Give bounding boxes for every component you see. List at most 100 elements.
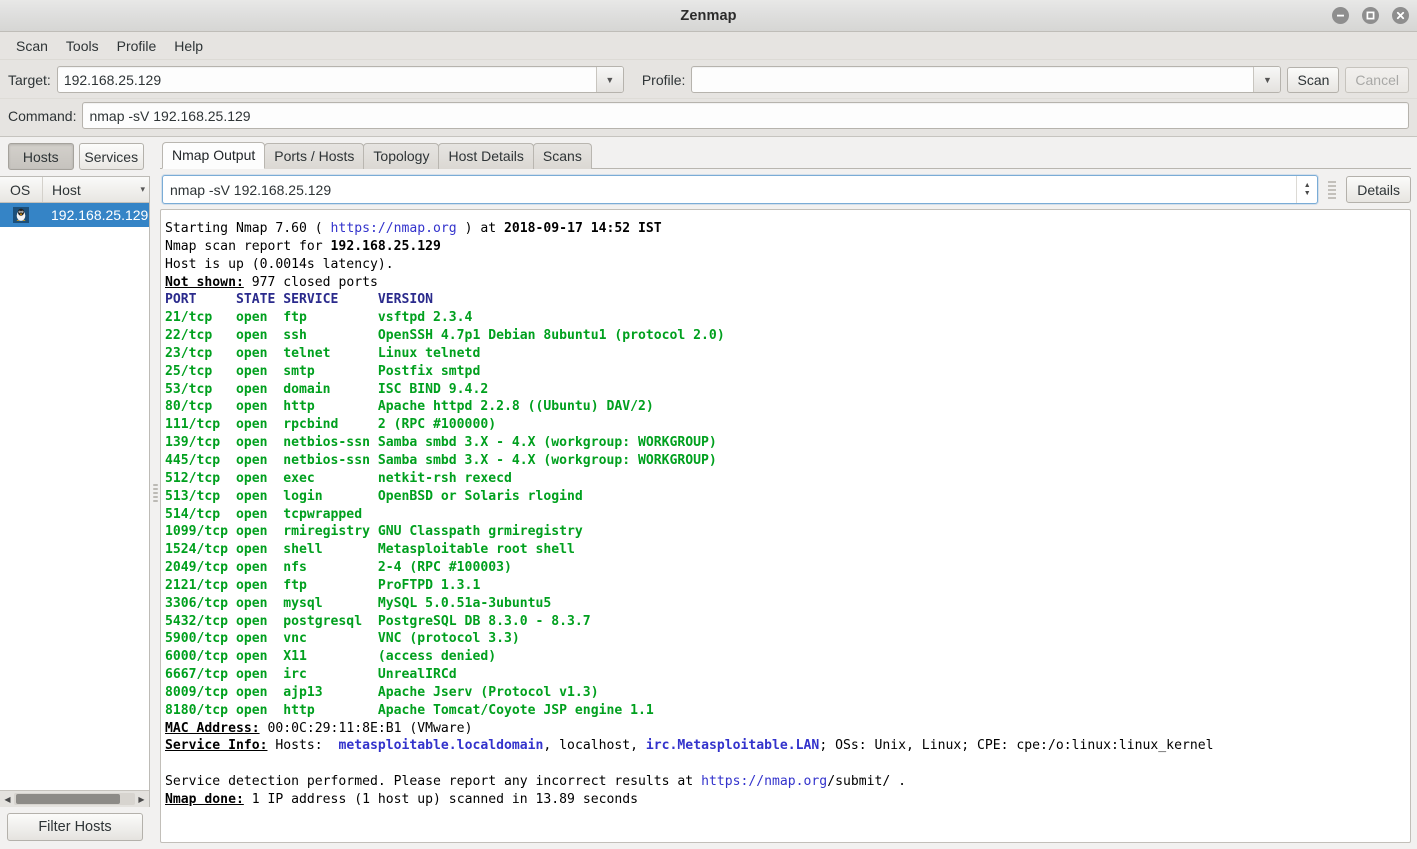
output-span: irc.Metasploitable.LAN xyxy=(645,738,820,754)
output-span: 513/tcp open login OpenBSD or Solaris rl… xyxy=(165,488,583,504)
spinner-down-arrow-icon[interactable]: ▼ xyxy=(1304,190,1311,197)
close-button[interactable] xyxy=(1392,7,1409,24)
target-dropdown-arrow-icon[interactable]: ▼ xyxy=(595,67,623,92)
toolbar-grip-icon[interactable] xyxy=(1323,180,1341,199)
output-line: MAC Address: 00:0C:29:11:8E:B1 (VMware) xyxy=(165,720,1410,738)
maximize-button[interactable] xyxy=(1362,7,1379,24)
profile-input[interactable] xyxy=(692,67,1254,92)
output-line: 513/tcp open login OpenBSD or Solaris rl… xyxy=(165,488,1410,506)
output-line: PORT STATE SERVICE VERSION xyxy=(165,291,1410,309)
profile-combo[interactable]: ▼ xyxy=(691,66,1282,93)
nmap-output-text: Starting Nmap 7.60 ( https://nmap.org ) … xyxy=(165,220,1410,809)
window-controls xyxy=(1332,0,1409,31)
window-title: Zenmap xyxy=(680,7,737,24)
output-line: 514/tcp open tcpwrapped xyxy=(165,506,1410,524)
output-span: 53/tcp open domain ISC BIND 9.4.2 xyxy=(165,381,489,397)
scan-command-input[interactable] xyxy=(163,181,1297,198)
output-line: 25/tcp open smtp Postfix smtpd xyxy=(165,363,1410,381)
output-span: 8180/tcp open http Apache Tomcat/Coyote … xyxy=(165,702,654,718)
output-line: 3306/tcp open mysql MySQL 5.0.51a-3ubunt… xyxy=(165,595,1410,613)
nmap-output-view[interactable]: Starting Nmap 7.60 ( https://nmap.org ) … xyxy=(160,209,1411,843)
output-span: 192.168.25.129 xyxy=(330,238,441,254)
pane-splitter[interactable] xyxy=(150,137,160,849)
tab-hosts[interactable]: Hosts xyxy=(8,143,74,170)
details-button[interactable]: Details xyxy=(1346,176,1411,203)
output-span: 6000/tcp open X11 (access denied) xyxy=(165,649,497,665)
output-span: 445/tcp open netbios-ssn Samba smbd 3.X … xyxy=(165,452,717,468)
menu-item-tools[interactable]: Tools xyxy=(57,35,108,57)
output-line: 5900/tcp open vnc VNC (protocol 3.3) xyxy=(165,630,1410,648)
output-span: Hosts: xyxy=(267,738,339,754)
tab-topology[interactable]: Topology xyxy=(363,143,440,169)
output-line: Starting Nmap 7.60 ( https://nmap.org ) … xyxy=(165,220,1410,238)
target-input[interactable] xyxy=(57,67,596,92)
zenmap-window: Zenmap Scan Tools Profile Help Target: ▼… xyxy=(0,0,1417,849)
cancel-button: Cancel xyxy=(1345,66,1409,93)
host-list-item-label: 192.168.25.129 xyxy=(51,207,149,223)
host-list-header: OS Host ▾ xyxy=(0,177,149,203)
tab-scans[interactable]: Scans xyxy=(532,143,592,169)
host-list-item[interactable]: 192.168.25.129 xyxy=(0,203,149,227)
output-line: Service detection performed. Please repo… xyxy=(165,773,1410,791)
sort-indicator-icon: ▾ xyxy=(140,184,145,194)
output-line: 80/tcp open http Apache httpd 2.2.8 ((Ub… xyxy=(165,398,1410,416)
scan-button[interactable]: Scan xyxy=(1287,66,1340,93)
column-header-os[interactable]: OS xyxy=(0,182,42,198)
column-header-host[interactable]: Host xyxy=(42,177,149,202)
output-line: 53/tcp open domain ISC BIND 9.4.2 xyxy=(165,381,1410,399)
scroll-right-arrow-icon[interactable]: ▶ xyxy=(135,795,148,804)
scan-command-selector[interactable]: ▲ ▼ xyxy=(162,175,1319,204)
linux-host-icon xyxy=(0,207,42,223)
output-span: 2121/tcp open ftp ProFTPD 1.3.1 xyxy=(165,577,481,593)
output-line: 21/tcp open ftp vsftpd 2.3.4 xyxy=(165,309,1410,327)
output-span: Not shown: xyxy=(165,274,244,290)
target-combo[interactable]: ▼ xyxy=(56,66,624,93)
menu-item-scan[interactable]: Scan xyxy=(7,35,57,57)
output-line: Host is up (0.0014s latency). xyxy=(165,256,1410,274)
output-line: 8009/tcp open ajp13 Apache Jserv (Protoc… xyxy=(165,684,1410,702)
output-span: ; OSs: Unix, Linux; CPE: cpe:/o:linux:li… xyxy=(819,738,1214,754)
main-body: Hosts Services OS Host ▾ 192.168.25.129 … xyxy=(0,137,1417,849)
output-span: 3306/tcp open mysql MySQL 5.0.51a-3ubunt… xyxy=(165,595,552,611)
output-line: 5432/tcp open postgresql PostgreSQL DB 8… xyxy=(165,613,1410,631)
command-label: Command: xyxy=(8,107,77,124)
command-entry[interactable] xyxy=(82,102,1409,129)
output-line: 111/tcp open rpcbind 2 (RPC #100000) xyxy=(165,416,1410,434)
profile-dropdown-arrow-icon[interactable]: ▼ xyxy=(1253,67,1281,92)
target-toolbar: Target: ▼ Profile: ▼ Scan Cancel xyxy=(0,60,1417,99)
scrollbar-thumb[interactable] xyxy=(16,794,121,804)
output-line: 2049/tcp open nfs 2-4 (RPC #100003) xyxy=(165,559,1410,577)
command-input[interactable] xyxy=(83,107,1408,124)
splitter-grip-icon xyxy=(152,484,158,502)
menu-item-profile[interactable]: Profile xyxy=(108,35,166,57)
output-line: 6667/tcp open irc UnrealIRCd xyxy=(165,666,1410,684)
scan-selector-spinner[interactable]: ▲ ▼ xyxy=(1296,176,1317,203)
output-line: Nmap scan report for 192.168.25.129 xyxy=(165,238,1410,256)
output-line: 1524/tcp open shell Metasploitable root … xyxy=(165,541,1410,559)
host-list-horizontal-scrollbar[interactable]: ◀ ▶ xyxy=(0,790,149,807)
tab-nmap-output[interactable]: Nmap Output xyxy=(162,142,266,169)
tab-services[interactable]: Services xyxy=(78,143,144,170)
output-span: 1 IP address (1 host up) scanned in 13.8… xyxy=(243,792,638,807)
spinner-up-arrow-icon[interactable]: ▲ xyxy=(1304,182,1311,189)
title-bar: Zenmap xyxy=(0,0,1417,32)
minimize-button[interactable] xyxy=(1332,7,1349,24)
output-line: 1099/tcp open rmiregistry GNU Classpath … xyxy=(165,523,1410,541)
scrollbar-track[interactable] xyxy=(14,793,135,805)
scan-selector-row: ▲ ▼ Details xyxy=(160,169,1411,209)
results-tab-strip: Nmap Output Ports / Hosts Topology Host … xyxy=(160,141,1411,169)
filter-hosts-button[interactable]: Filter Hosts xyxy=(7,813,143,841)
profile-label: Profile: xyxy=(641,71,686,88)
scroll-left-arrow-icon[interactable]: ◀ xyxy=(1,795,14,804)
tab-host-details[interactable]: Host Details xyxy=(438,143,534,169)
target-label: Target: xyxy=(8,71,51,88)
output-line: 22/tcp open ssh OpenSSH 4.7p1 Debian 8ub… xyxy=(165,327,1410,345)
hosts-services-tabs: Hosts Services xyxy=(0,141,150,176)
menu-item-help[interactable]: Help xyxy=(165,35,212,57)
output-line: 8180/tcp open http Apache Tomcat/Coyote … xyxy=(165,702,1410,720)
output-span: 8009/tcp open ajp13 Apache Jserv (Protoc… xyxy=(165,684,599,700)
output-span: Host is up (0.0014s latency). xyxy=(165,256,394,272)
tab-ports-hosts[interactable]: Ports / Hosts xyxy=(264,143,365,169)
output-span: https://nmap.org xyxy=(330,221,457,236)
